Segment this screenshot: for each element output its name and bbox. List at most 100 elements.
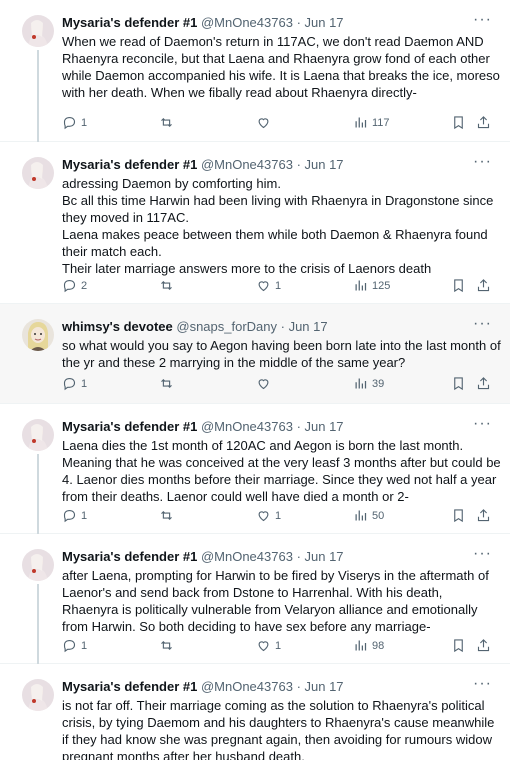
more-icon[interactable]: ··· bbox=[473, 416, 492, 432]
more-icon[interactable]: ··· bbox=[473, 676, 492, 692]
like-button[interactable] bbox=[256, 376, 275, 391]
author-handle[interactable]: @MnOne43763 bbox=[201, 157, 293, 172]
share-button[interactable] bbox=[476, 278, 491, 293]
author-handle[interactable]: @MnOne43763 bbox=[201, 419, 293, 434]
author-name[interactable]: Mysaria's defender #1 bbox=[62, 157, 197, 172]
tweet[interactable]: Mysaria's defender #1 @MnOne43763 · Jun … bbox=[0, 664, 510, 760]
action-bar: 1 39 bbox=[62, 376, 492, 394]
views-icon bbox=[355, 640, 367, 651]
author-handle[interactable]: @MnOne43763 bbox=[201, 679, 293, 694]
reply-count: 1 bbox=[81, 116, 88, 129]
bookmark-button[interactable] bbox=[451, 376, 466, 391]
views-button[interactable]: 39 bbox=[353, 376, 384, 391]
reply-count: 1 bbox=[81, 377, 88, 390]
reply-button[interactable]: 1 bbox=[62, 115, 87, 130]
avatar[interactable] bbox=[22, 15, 54, 47]
reply-icon bbox=[63, 639, 76, 653]
share-icon bbox=[477, 509, 490, 522]
tweet-date[interactable]: · Jun 17 bbox=[297, 15, 344, 30]
share-button[interactable] bbox=[476, 508, 491, 523]
more-icon[interactable]: ··· bbox=[473, 154, 492, 170]
views-button[interactable]: 50 bbox=[353, 508, 384, 523]
reply-icon bbox=[63, 377, 76, 391]
views-icon bbox=[355, 510, 367, 521]
repost-icon bbox=[161, 640, 172, 651]
author-handle[interactable]: @MnOne43763 bbox=[201, 549, 293, 564]
tweet[interactable]: Mysaria's defender #1 @MnOne43763 · Jun … bbox=[0, 534, 510, 664]
share-button[interactable] bbox=[476, 638, 491, 653]
view-count: 117 bbox=[372, 116, 390, 129]
share-icon bbox=[477, 279, 490, 292]
author-name[interactable]: Mysaria's defender #1 bbox=[62, 419, 197, 434]
tweet-date[interactable]: · Jun 17 bbox=[297, 549, 344, 564]
repost-button[interactable] bbox=[159, 376, 178, 391]
tweet[interactable]: Mysaria's defender #1 @MnOne43763 · Jun … bbox=[0, 142, 510, 304]
reply-icon bbox=[63, 116, 76, 130]
views-icon bbox=[355, 117, 367, 128]
more-icon[interactable]: ··· bbox=[473, 12, 492, 28]
bookmark-button[interactable] bbox=[451, 638, 466, 653]
share-icon bbox=[477, 377, 490, 390]
reply-button[interactable]: 1 bbox=[62, 508, 87, 523]
tweet[interactable]: Mysaria's defender #1 @MnOne43763 · Jun … bbox=[0, 0, 510, 142]
repost-button[interactable] bbox=[159, 508, 178, 523]
like-button[interactable] bbox=[256, 115, 275, 130]
author-name[interactable]: whimsy's devotee bbox=[62, 319, 173, 334]
more-icon[interactable]: ··· bbox=[473, 316, 492, 332]
repost-button[interactable] bbox=[159, 115, 178, 130]
reply-count: 1 bbox=[81, 639, 88, 652]
repost-icon bbox=[161, 378, 172, 389]
avatar[interactable] bbox=[22, 419, 54, 451]
views-button[interactable]: 98 bbox=[353, 638, 384, 653]
avatar[interactable] bbox=[22, 679, 54, 711]
tweet-text: When we read of Daemon's return in 117AC… bbox=[62, 34, 500, 100]
like-button[interactable]: 1 bbox=[256, 638, 281, 653]
reply-button[interactable]: 1 bbox=[62, 376, 87, 391]
bookmark-icon bbox=[454, 377, 463, 391]
tweet-header: Mysaria's defender #1 @MnOne43763 · Jun … bbox=[62, 419, 344, 435]
repost-button[interactable] bbox=[159, 638, 178, 653]
views-button[interactable]: 125 bbox=[353, 278, 390, 293]
author-name[interactable]: Mysaria's defender #1 bbox=[62, 679, 197, 694]
tweet-header: Mysaria's defender #1 @MnOne43763 · Jun … bbox=[62, 679, 344, 695]
tweet-date[interactable]: · Jun 17 bbox=[297, 419, 344, 434]
action-bar: 1 117 bbox=[62, 115, 492, 133]
tweet[interactable]: whimsy's devotee @snaps_forDany · Jun 17… bbox=[0, 304, 510, 404]
tweet-date[interactable]: · Jun 17 bbox=[281, 319, 328, 334]
author-handle[interactable]: @snaps_forDany bbox=[176, 319, 277, 334]
reply-count: 1 bbox=[81, 509, 88, 522]
views-button[interactable]: 117 bbox=[353, 115, 390, 130]
reply-count: 2 bbox=[81, 279, 88, 292]
tweet-date[interactable]: · Jun 17 bbox=[297, 157, 344, 172]
avatar[interactable] bbox=[22, 319, 54, 351]
like-button[interactable]: 1 bbox=[256, 278, 281, 293]
bookmark-icon bbox=[454, 639, 463, 653]
bookmark-button[interactable] bbox=[451, 115, 466, 130]
bookmark-button[interactable] bbox=[451, 508, 466, 523]
share-button[interactable] bbox=[476, 376, 491, 391]
share-button[interactable] bbox=[476, 115, 491, 130]
bookmark-icon bbox=[454, 509, 463, 523]
action-bar: 1 1 50 bbox=[62, 508, 492, 526]
author-handle[interactable]: @MnOne43763 bbox=[201, 15, 293, 30]
reply-button[interactable]: 2 bbox=[62, 278, 87, 293]
repost-button[interactable] bbox=[159, 278, 178, 293]
author-name[interactable]: Mysaria's defender #1 bbox=[62, 549, 197, 564]
repost-icon bbox=[161, 117, 172, 128]
tweet-text: adressing Daemon by comforting him. Bc a… bbox=[62, 176, 494, 276]
avatar[interactable] bbox=[22, 157, 54, 189]
tweet-text: so what would you say to Aegon having be… bbox=[62, 338, 501, 370]
reply-button[interactable]: 1 bbox=[62, 638, 87, 653]
thread-connector bbox=[37, 584, 39, 664]
views-icon bbox=[355, 280, 367, 291]
tweet-date[interactable]: · Jun 17 bbox=[297, 679, 344, 694]
repost-icon bbox=[161, 280, 172, 291]
tweet[interactable]: Mysaria's defender #1 @MnOne43763 · Jun … bbox=[0, 404, 510, 534]
like-button[interactable]: 1 bbox=[256, 508, 281, 523]
bookmark-button[interactable] bbox=[451, 278, 466, 293]
more-icon[interactable]: ··· bbox=[473, 546, 492, 562]
avatar[interactable] bbox=[22, 549, 54, 581]
action-bar: 2 1 125 bbox=[62, 278, 492, 296]
author-name[interactable]: Mysaria's defender #1 bbox=[62, 15, 197, 30]
views-icon bbox=[355, 378, 367, 389]
